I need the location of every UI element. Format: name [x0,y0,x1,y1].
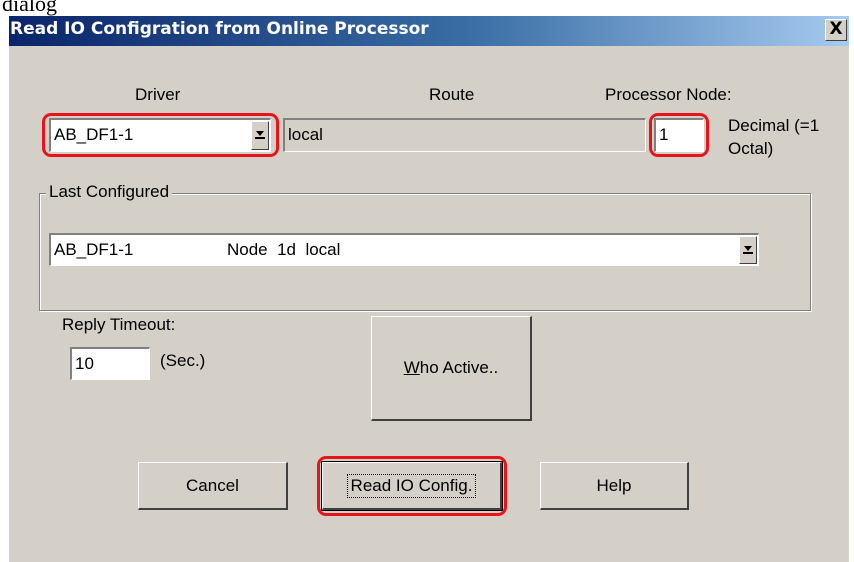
who-active-label: Who Active.. [403,358,499,377]
reply-timeout-unit: (Sec.) [160,351,206,370]
driver-select[interactable]: AB_DF1-1 [49,118,271,152]
read-io-config-label: Read IO Config. [346,473,477,498]
driver-value: AB_DF1-1 [54,125,134,144]
last-configured-select[interactable]: AB_DF1-1 Node 1d local [49,233,759,266]
close-icon: X [829,19,843,39]
last-configured-driver: AB_DF1-1 [54,240,134,259]
processor-node-note-line2: Octal) [728,139,774,158]
route-field: local [283,118,646,152]
background-caption: dialog [2,0,57,16]
window-title: Read IO Configration from Online Process… [10,19,429,39]
read-io-config-button[interactable]: Read IO Config. [321,461,503,511]
route-value: local [288,125,323,144]
route-label: Route [429,85,475,104]
title-bar[interactable]: Read IO Configration from Online Process… [9,16,849,46]
reply-timeout-input[interactable]: 10 [70,347,150,380]
reply-timeout-value: 10 [75,354,94,373]
read-io-config-dialog: Read IO Configration from Online Process… [9,16,849,562]
reply-timeout-label: Reply Timeout: [62,315,176,334]
chevron-down-icon[interactable] [739,236,757,264]
processor-node-label: Processor Node: [605,85,732,104]
processor-node-value: 1 [659,125,669,144]
help-label: Help [596,475,632,495]
who-active-button[interactable]: Who Active.. [371,316,532,421]
cancel-button[interactable]: Cancel [138,462,288,510]
last-configured-node: Node 1d local [227,240,341,259]
driver-label: Driver [135,85,181,104]
processor-node-input[interactable]: 1 [654,118,704,152]
chevron-down-icon[interactable] [251,121,269,150]
help-button[interactable]: Help [540,462,689,510]
last-configured-legend: Last Configured [46,182,173,202]
cancel-label: Cancel [186,475,239,495]
close-button[interactable]: X [825,19,847,41]
processor-node-note-line1: Decimal (=1 [728,116,820,135]
